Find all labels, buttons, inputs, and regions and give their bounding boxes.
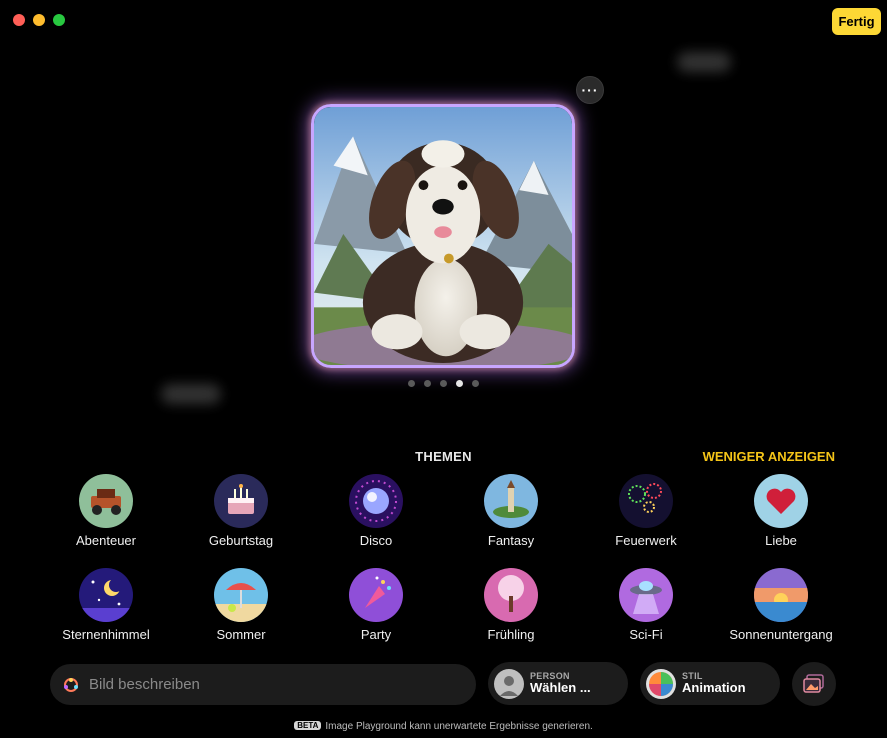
playground-icon	[64, 677, 78, 692]
theme-sommer[interactable]: Sommer	[176, 568, 306, 642]
beach-umbrella-icon	[214, 568, 268, 622]
theme-fruehling[interactable]: Frühling	[446, 568, 576, 642]
style-picker-button[interactable]: STIL Animation	[640, 662, 780, 705]
done-button[interactable]: Fertig	[832, 8, 881, 35]
close-window-button[interactable]	[13, 14, 25, 26]
theme-disco[interactable]: Disco	[311, 474, 441, 548]
castle-island-icon	[484, 474, 538, 528]
theme-sternenhimmel[interactable]: Sternenhimmel	[41, 568, 171, 642]
fireworks-icon	[619, 474, 673, 528]
ufo-icon	[619, 568, 673, 622]
theme-geburtstag[interactable]: Geburtstag	[176, 474, 306, 548]
party-popper-icon	[349, 568, 403, 622]
minimize-window-button[interactable]	[33, 14, 45, 26]
style-value: Animation	[682, 680, 746, 696]
birthday-cake-icon	[214, 474, 268, 528]
page-dot[interactable]	[408, 380, 415, 387]
photo-library-icon	[803, 674, 824, 693]
blurred-bubble	[677, 52, 731, 72]
theme-label: Sci-Fi	[629, 627, 663, 642]
theme-label: Sternenhimmel	[62, 627, 150, 642]
person-picker-button[interactable]: PERSON Wählen ...	[488, 662, 628, 705]
window-controls	[13, 14, 65, 26]
moon-stars-icon	[79, 568, 133, 622]
generated-image[interactable]	[311, 104, 575, 368]
theme-label: Abenteuer	[76, 533, 136, 548]
theme-abenteuer[interactable]: Abenteuer	[41, 474, 171, 548]
theme-label: Sommer	[216, 627, 266, 642]
page-dot[interactable]	[424, 380, 431, 387]
theme-party[interactable]: Party	[311, 568, 441, 642]
disco-ball-icon	[349, 474, 403, 528]
theme-label: Sonnenuntergang	[729, 627, 833, 642]
theme-label: Party	[360, 627, 392, 642]
maximize-window-button[interactable]	[53, 14, 65, 26]
page-dot-active[interactable]	[456, 380, 463, 387]
theme-label: Frühling	[487, 627, 535, 642]
page-dot[interactable]	[472, 380, 479, 387]
blurred-bubble	[161, 384, 221, 404]
disclaimer-text: Image Playground kann unerwartete Ergebn…	[325, 721, 593, 732]
more-options-button[interactable]: ···	[576, 76, 604, 104]
animation-style-icon	[646, 668, 676, 699]
person-value: Wählen ...	[530, 680, 591, 696]
photo-library-button[interactable]	[792, 662, 836, 706]
beta-badge: BETA	[294, 721, 322, 730]
theme-label: Liebe	[765, 533, 797, 548]
theme-fantasy[interactable]: Fantasy	[446, 474, 576, 548]
beta-disclaimer: BETA Image Playground kann unerwartete Er…	[0, 721, 887, 732]
theme-label: Geburtstag	[208, 533, 274, 548]
theme-label: Fantasy	[487, 533, 535, 548]
theme-scifi[interactable]: Sci-Fi	[581, 568, 711, 642]
heart-icon	[754, 474, 808, 528]
page-dot[interactable]	[440, 380, 447, 387]
theme-feuerwerk[interactable]: Feuerwerk	[581, 474, 711, 548]
theme-label: Feuerwerk	[615, 533, 677, 548]
theme-sonnenuntergang[interactable]: Sonnenuntergang	[716, 568, 846, 642]
jeep-icon	[79, 474, 133, 528]
describe-image-input[interactable]	[89, 676, 449, 693]
theme-label: Disco	[359, 533, 393, 548]
blossom-tree-icon	[484, 568, 538, 622]
prompt-field[interactable]	[50, 664, 476, 705]
carousel-page-indicator[interactable]	[408, 380, 479, 387]
dog-image	[314, 107, 572, 365]
sunset-icon	[754, 568, 808, 622]
theme-liebe[interactable]: Liebe	[716, 474, 846, 548]
person-avatar-icon	[494, 668, 524, 699]
show-less-button[interactable]: WENIGER ANZEIGEN	[703, 449, 835, 464]
